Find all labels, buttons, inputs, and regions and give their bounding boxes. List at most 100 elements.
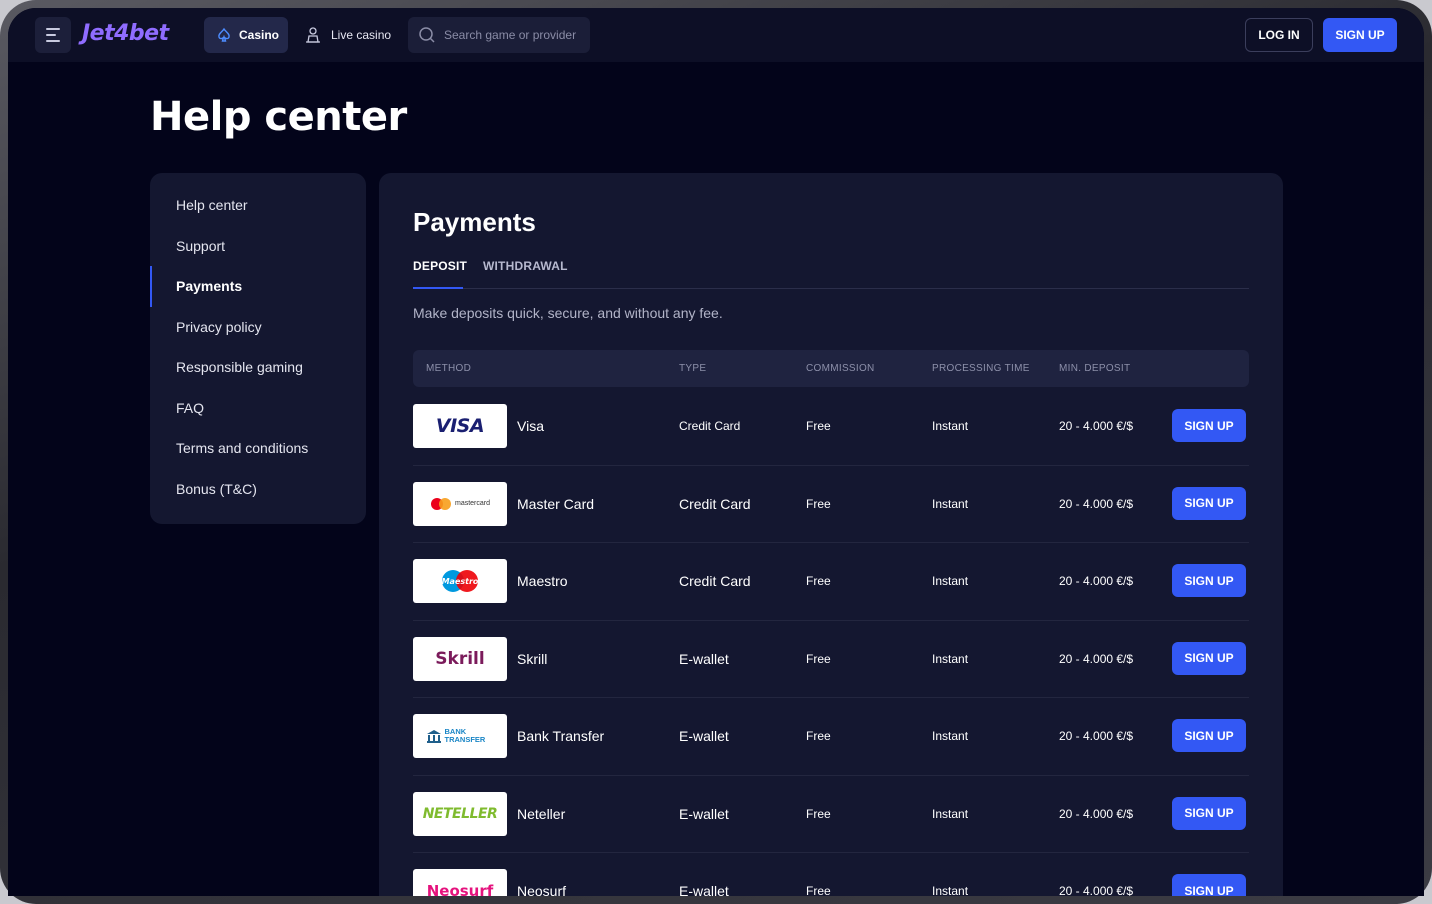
method-min-deposit: 20 - 4.000 €/$ xyxy=(1059,806,1134,821)
method-commission: Free xyxy=(806,496,831,511)
maestro-logo-text: Maestro xyxy=(442,577,479,586)
login-button[interactable]: LOG IN xyxy=(1245,18,1313,52)
dealer-icon xyxy=(306,27,320,43)
skrill-logo-text: Skrill xyxy=(435,648,485,669)
method-min-deposit: 20 - 4.000 €/$ xyxy=(1059,496,1134,511)
method-name: Bank Transfer xyxy=(517,728,605,744)
bank-transfer-logo-text: BANK TRANSFER xyxy=(444,727,486,744)
method-type: E-wallet xyxy=(679,728,729,744)
method-min-deposit: 20 - 4.000 €/$ xyxy=(1059,651,1134,666)
tab-deposit[interactable]: DEPOSIT xyxy=(413,259,467,289)
spade-icon xyxy=(218,27,230,42)
sidebar-item-bonus-tc[interactable]: Bonus (T&C) xyxy=(150,469,366,510)
table-row: NETELLER Neteller E-wallet Free Instant … xyxy=(413,776,1249,853)
method-type: E-wallet xyxy=(679,883,729,896)
mastercard-logo-text: mastercard xyxy=(454,500,490,507)
maestro-circles-icon: Maestro xyxy=(442,570,479,592)
payment-tabs: DEPOSIT WITHDRAWAL xyxy=(413,259,1249,289)
method-type: E-wallet xyxy=(679,805,729,822)
table-row: Skrill Skrill E-wallet Free Instant 20 -… xyxy=(413,621,1249,698)
method-processing-time: Instant xyxy=(932,419,969,433)
help-sidebar: Help center Support Payments Privacy pol… xyxy=(150,173,366,524)
row-signup-button[interactable]: SIGN UP xyxy=(1172,409,1246,442)
visa-logo: VISA xyxy=(413,404,507,448)
row-signup-button[interactable]: SIGN UP xyxy=(1172,486,1246,520)
column-header-method: METHOD xyxy=(426,363,472,374)
mastercard-circles-icon xyxy=(430,497,451,510)
method-commission: Free xyxy=(806,651,831,666)
neteller-logo-text: NETELLER xyxy=(422,805,498,822)
section-title: Payments xyxy=(413,207,536,237)
method-processing-time: Instant xyxy=(932,496,969,511)
skrill-logo: Skrill xyxy=(413,636,507,681)
method-min-deposit: 20 - 4.000 €/$ xyxy=(1059,729,1134,743)
page-title: Help center xyxy=(150,94,407,140)
table-row: Neosurf Neosurf E-wallet Free Instant 20… xyxy=(413,853,1249,896)
row-signup-button[interactable]: SIGN UP xyxy=(1172,719,1246,752)
column-header-processing-time: PROCESSING TIME xyxy=(932,363,1030,374)
device-frame: Jet4bet Casino Live casino LOG IN SIGN U… xyxy=(0,0,1432,904)
visa-logo-text: VISA xyxy=(435,415,485,437)
table-row: BANK TRANSFER Bank Transfer E-wallet Fre… xyxy=(413,698,1249,776)
menu-line-icon xyxy=(46,34,56,36)
method-commission: Free xyxy=(806,419,831,433)
tab-withdrawal[interactable]: WITHDRAWAL xyxy=(483,259,568,289)
method-type: Credit Card xyxy=(679,495,751,512)
sidebar-item-privacy-policy[interactable]: Privacy policy xyxy=(150,307,366,348)
method-name: Maestro xyxy=(517,573,568,589)
neosurf-logo-text: Neosurf xyxy=(426,882,494,896)
column-header-min-deposit: MIN. DEPOSIT xyxy=(1059,363,1131,374)
table-row: Maestro Maestro Credit Card Free Instant… xyxy=(413,543,1249,621)
search-icon xyxy=(419,27,435,43)
signup-button[interactable]: SIGN UP xyxy=(1323,18,1397,52)
menu-line-icon xyxy=(46,40,60,42)
method-processing-time: Instant xyxy=(932,651,969,666)
sidebar-item-support[interactable]: Support xyxy=(150,226,366,267)
browser-viewport: Jet4bet Casino Live casino LOG IN SIGN U… xyxy=(8,8,1424,896)
row-signup-button[interactable]: SIGN UP xyxy=(1172,874,1246,896)
row-signup-button[interactable]: SIGN UP xyxy=(1172,564,1246,597)
bank-building-icon xyxy=(426,730,441,743)
method-name: Master Card xyxy=(517,495,595,512)
sidebar-item-faq[interactable]: FAQ xyxy=(150,388,366,429)
method-min-deposit: 20 - 4.000 €/$ xyxy=(1059,884,1134,896)
sidebar-item-payments[interactable]: Payments xyxy=(150,266,366,307)
neosurf-logo: Neosurf xyxy=(413,869,507,896)
method-commission: Free xyxy=(806,574,831,588)
nav-casino-tab[interactable]: Casino xyxy=(204,17,288,53)
column-header-commission: COMMISSION xyxy=(806,363,875,374)
maestro-logo: Maestro xyxy=(413,559,507,603)
method-processing-time: Instant xyxy=(932,574,969,588)
site-logo[interactable]: Jet4bet xyxy=(82,21,169,46)
method-processing-time: Instant xyxy=(932,729,969,743)
method-commission: Free xyxy=(806,884,831,896)
row-signup-button[interactable]: SIGN UP xyxy=(1172,796,1246,830)
row-signup-button[interactable]: SIGN UP xyxy=(1172,641,1246,675)
method-min-deposit: 20 - 4.000 €/$ xyxy=(1059,419,1134,433)
hamburger-menu-button[interactable] xyxy=(35,17,71,53)
method-type: E-wallet xyxy=(679,650,729,667)
method-name: Visa xyxy=(517,418,544,434)
table-header: METHOD TYPE COMMISSION PROCESSING TIME M… xyxy=(413,350,1249,387)
nav-live-casino-tab[interactable]: Live casino xyxy=(304,17,391,53)
nav-live-casino-label: Live casino xyxy=(331,28,392,42)
table-row: VISA Visa Credit Card Free Instant 20 - … xyxy=(413,388,1249,466)
sidebar-item-responsible-gaming[interactable]: Responsible gaming xyxy=(150,347,366,388)
column-header-type: TYPE xyxy=(679,363,707,374)
table-row: mastercard Master Card Credit Card Free … xyxy=(413,466,1249,543)
sidebar-item-help-center[interactable]: Help center xyxy=(150,185,366,226)
search-box[interactable] xyxy=(408,17,590,53)
payments-panel: Payments DEPOSIT WITHDRAWAL Make deposit… xyxy=(379,173,1283,896)
method-min-deposit: 20 - 4.000 €/$ xyxy=(1059,574,1134,588)
bank-transfer-logo: BANK TRANSFER xyxy=(413,714,507,758)
mastercard-logo: mastercard xyxy=(413,481,507,526)
method-name: Neteller xyxy=(517,805,566,822)
menu-line-icon xyxy=(46,28,60,30)
method-processing-time: Instant xyxy=(932,884,969,896)
search-input[interactable] xyxy=(444,28,584,42)
nav-casino-label: Casino xyxy=(239,28,280,42)
sidebar-item-terms[interactable]: Terms and conditions xyxy=(150,428,366,469)
method-name: Skrill xyxy=(517,650,548,667)
method-name: Neosurf xyxy=(517,883,567,896)
section-description: Make deposits quick, secure, and without… xyxy=(413,305,723,321)
